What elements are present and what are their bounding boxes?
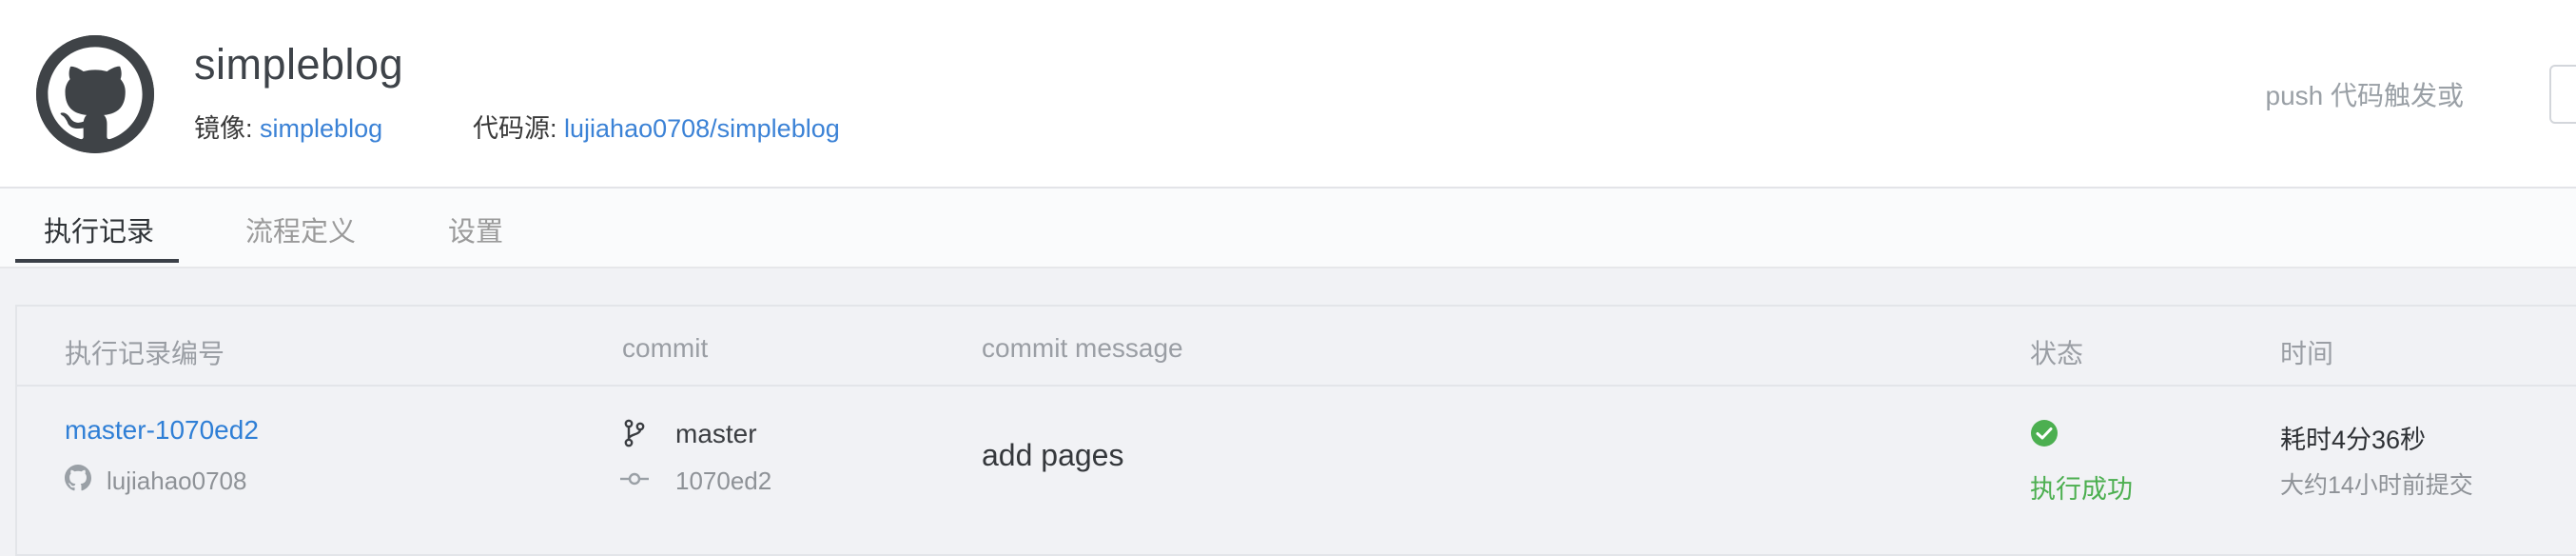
col-commit: commit [622,333,709,363]
tab-pipeline[interactable]: 流程定义 [245,209,356,249]
commit-message: add pages [982,438,1124,472]
image-label: 镜像: [194,114,253,143]
run-id-link[interactable]: master-1070ed2 [65,415,259,446]
source-label: 代码源: [473,114,557,143]
source-link[interactable]: lujiahao0708/simpleblog [564,114,840,143]
col-status: 状态 [2030,339,2084,368]
image-info: 镜像: simpleblog [194,108,382,145]
run-duration: 耗时4分36秒 [2280,426,2427,454]
git-commit-icon [620,469,649,488]
image-link[interactable]: simpleblog [260,114,382,143]
git-branch-icon [622,419,647,447]
trigger-hint: push 代码触发或 [2265,81,2465,110]
tab-settings[interactable]: 设置 [448,209,503,249]
repo-header: simpleblog 镜像: simpleblog 代码源: lujiahao0… [0,0,2576,189]
col-run-id: 执行记录编号 [65,339,225,368]
table-row[interactable]: master-1070ed2 lujiahao0708 master 1070e… [17,387,2576,554]
col-commit-message: commit message [982,333,1183,363]
submitted-time: 大约14小时前提交 [2280,472,2473,499]
source-info: 代码源: lujiahao0708/simpleblog [473,108,840,145]
github-octocat-icon [36,35,154,153]
col-time: 时间 [2280,339,2334,368]
repo-name: simpleblog [194,40,404,89]
commit-sha: 1070ed2 [675,467,772,495]
tab-bar: 执行记录 流程定义 设置 [0,189,2576,268]
trigger-button[interactable] [2549,65,2576,124]
table-header: 执行记录编号 commit commit message 状态 时间 [17,307,2576,387]
active-tab-indicator [15,259,179,263]
author-name: lujiahao0708 [107,467,247,495]
runs-table: 执行记录编号 commit commit message 状态 时间 maste… [15,305,2576,556]
status-badge: 执行成功 [2030,475,2133,504]
github-icon [65,465,91,491]
tab-runs[interactable]: 执行记录 [44,209,154,249]
check-circle-icon [2030,419,2059,447]
branch-name: master [675,419,757,448]
